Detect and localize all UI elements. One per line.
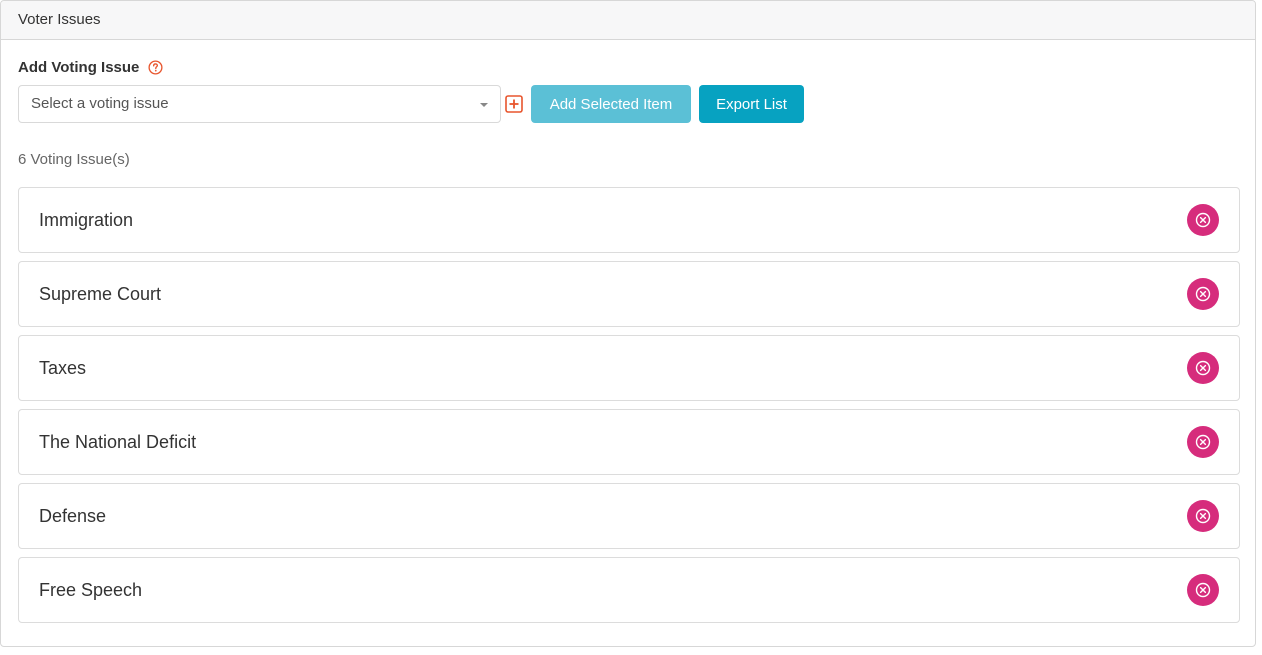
close-circle-icon — [1195, 434, 1211, 450]
issue-label: Free Speech — [39, 580, 143, 600]
close-circle-icon — [1195, 508, 1211, 524]
plus-square-icon[interactable] — [505, 95, 523, 113]
remove-issue-button[interactable] — [1187, 426, 1219, 458]
list-item: Taxes — [18, 335, 1240, 401]
list-item: The National Deficit — [18, 409, 1240, 475]
issue-label: Immigration — [39, 210, 134, 230]
add-selected-item-button[interactable]: Add Selected Item — [531, 85, 691, 123]
issue-list: Immigration Supreme Court Taxes The Nati… — [18, 187, 1240, 631]
voter-issues-panel: Voter Issues Add Voting Issue Select a v… — [0, 0, 1256, 647]
remove-issue-button[interactable] — [1187, 278, 1219, 310]
field-label-text: Add Voting Issue — [18, 59, 140, 76]
export-list-button[interactable]: Export List — [699, 85, 804, 123]
close-circle-icon — [1195, 286, 1211, 302]
remove-issue-button[interactable] — [1187, 574, 1219, 606]
list-item: Immigration — [18, 187, 1240, 253]
question-circle-icon[interactable] — [148, 60, 163, 75]
remove-issue-button[interactable] — [1187, 204, 1219, 236]
issue-label: Defense — [39, 506, 107, 526]
close-circle-icon — [1195, 582, 1211, 598]
chevron-down-icon — [480, 103, 488, 107]
list-item: Defense — [18, 483, 1240, 549]
issue-label: The National Deficit — [39, 432, 197, 452]
issue-label: Supreme Court — [39, 284, 162, 304]
issue-label: Taxes — [39, 358, 87, 378]
list-item: Supreme Court — [18, 261, 1240, 327]
list-item: Free Speech — [18, 557, 1240, 623]
select-placeholder: Select a voting issue — [31, 95, 169, 112]
close-circle-icon — [1195, 360, 1211, 376]
panel-title: Voter Issues — [1, 1, 1255, 40]
voting-issue-select[interactable]: Select a voting issue — [18, 85, 501, 123]
close-circle-icon — [1195, 212, 1211, 228]
add-voting-issue-label: Add Voting Issue — [18, 59, 163, 76]
remove-issue-button[interactable] — [1187, 352, 1219, 384]
issue-count: 6 Voting Issue(s) — [18, 151, 130, 168]
remove-issue-button[interactable] — [1187, 500, 1219, 532]
